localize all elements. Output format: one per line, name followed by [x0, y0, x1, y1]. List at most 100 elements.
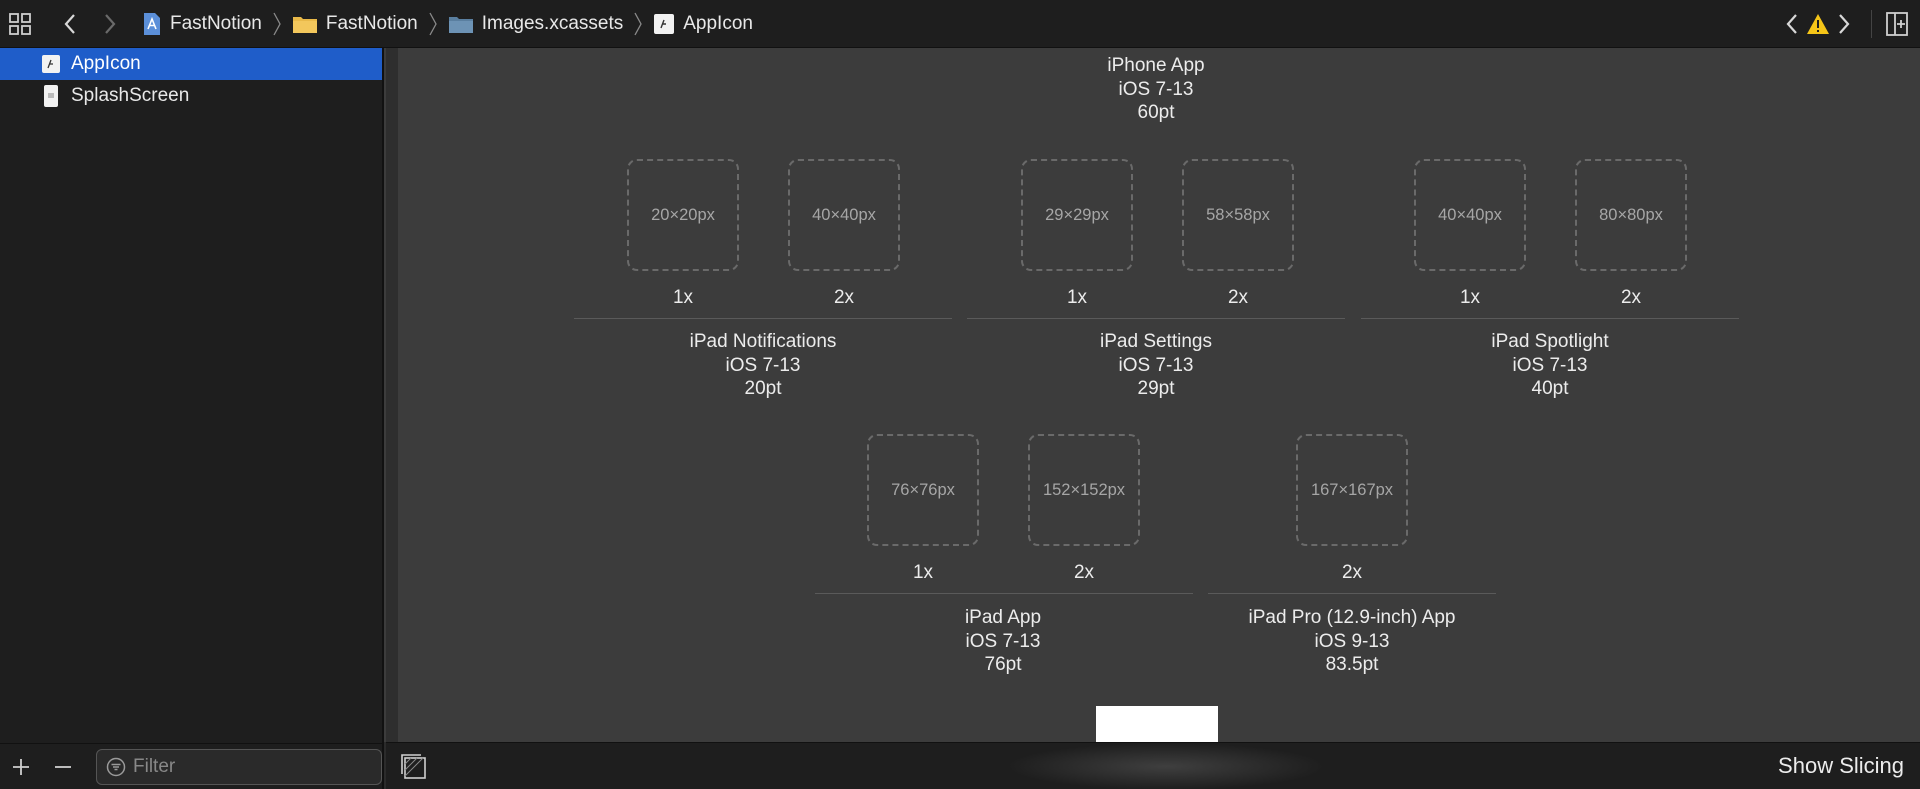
jump-bar: FastNotion FastNotion Images.xcassets Ap… [0, 0, 1920, 48]
slot-size-label: 29×29px [1045, 205, 1109, 224]
issue-navigator-controls [1779, 0, 1920, 48]
slot-size-label: 20×20px [651, 205, 715, 224]
scale-label: 2x [1341, 562, 1363, 583]
group-size: 40pt [1531, 378, 1569, 399]
scale-label: 1x [672, 287, 694, 308]
icon-slot[interactable]: 152×152px [1028, 434, 1140, 546]
group-title: iPad App iOS 7-13 76pt [965, 606, 1041, 677]
group-title: iPad Notifications iOS 7-13 20pt [690, 330, 837, 401]
asset-catalog-icon [448, 14, 474, 34]
slot-size-label: 58×58px [1206, 205, 1270, 224]
add-editor-icon[interactable] [1884, 10, 1910, 38]
breadcrumb-project[interactable]: FastNotion [142, 12, 262, 36]
editor-gutter [386, 48, 398, 742]
group-divider [967, 318, 1345, 319]
image-set-icon [40, 85, 62, 107]
chevron-right-icon[interactable] [96, 10, 124, 38]
divider [1871, 10, 1872, 38]
breadcrumb-appicon[interactable]: AppIcon [653, 13, 753, 35]
scale-label: 2x [1073, 562, 1095, 583]
breadcrumb-label: FastNotion [325, 12, 418, 34]
sidebar-item-label: AppIcon [71, 53, 141, 74]
icon-slot[interactable]: 76×76px [867, 434, 979, 546]
group-size: 20pt [744, 378, 782, 399]
slot-size-label: 167×167px [1310, 480, 1394, 499]
scale-label: 2x [833, 287, 855, 308]
scale-label: 1x [1459, 287, 1481, 308]
breadcrumb-label: FastNotion [170, 12, 262, 34]
remove-icon[interactable] [48, 752, 78, 782]
group-size: 29pt [1137, 378, 1175, 399]
group-name: iPad App [964, 607, 1042, 628]
group-name: iPad Settings [1100, 331, 1212, 352]
filter-icon [105, 756, 127, 778]
icon-slot[interactable]: 29×29px [1021, 159, 1133, 271]
show-slicing-button[interactable]: Show Slicing [1778, 753, 1904, 779]
group-divider [1208, 593, 1496, 594]
scroll-indicator-glow [1006, 743, 1326, 789]
icon-slot[interactable]: 58×58px [1182, 159, 1294, 271]
next-issue-chevron-icon[interactable] [1831, 10, 1857, 38]
icon-slot[interactable]: 80×80px [1575, 159, 1687, 271]
breadcrumb-label: Images.xcassets [481, 12, 624, 34]
slot-size-label: 152×152px [1042, 480, 1126, 499]
group-ios: iOS 7-13 [1118, 78, 1194, 100]
sidebar-footer [0, 743, 382, 789]
icon-slot[interactable]: 40×40px [788, 159, 900, 271]
chevron-separator-icon [426, 11, 440, 37]
xcode-project-icon [142, 12, 162, 36]
group-title: iPad Spotlight iOS 7-13 40pt [1491, 330, 1608, 401]
group-name: iPhone App [1107, 55, 1205, 76]
warning-icon[interactable] [1805, 10, 1831, 38]
slot-size-label: 80×80px [1599, 205, 1663, 224]
app-icon-set-icon [40, 53, 62, 75]
filter-field[interactable] [96, 748, 382, 785]
scale-label: 2x [1620, 287, 1642, 308]
group-ios: iOS 7-13 [1118, 354, 1194, 376]
previous-issue-chevron-icon[interactable] [1779, 10, 1805, 38]
show-hide-outline-icon[interactable] [398, 751, 428, 781]
breadcrumb-folder[interactable]: FastNotion [292, 13, 418, 35]
sidebar-item-label: SplashScreen [71, 85, 190, 106]
group-divider [1361, 318, 1739, 319]
icon-slot[interactable]: 40×40px [1414, 159, 1526, 271]
filter-input[interactable] [133, 755, 363, 778]
slot-size-label: 40×40px [812, 205, 876, 224]
slot-size-label: 40×40px [1438, 205, 1502, 224]
editor-bottom-bar: Show Slicing [386, 742, 1920, 789]
sidebar-item-splashscreen[interactable]: SplashScreen [0, 80, 382, 112]
scale-label: 2x [1227, 287, 1249, 308]
group-ios: iOS 9-13 [1314, 630, 1390, 652]
group-title: iPad Settings iOS 7-13 29pt [1100, 330, 1212, 401]
chevron-separator-icon [270, 11, 284, 37]
group-name: iPad Pro (12.9-inch) App [1248, 607, 1456, 628]
folder-icon [292, 14, 318, 34]
group-size: 60pt [1137, 102, 1175, 123]
group-title: iPad Pro (12.9-inch) App iOS 9-13 83.5pt [1248, 606, 1455, 677]
related-items-grid-icon[interactable] [6, 10, 34, 38]
group-ios: iOS 7-13 [725, 354, 801, 376]
chevron-left-icon[interactable] [56, 10, 84, 38]
marketing-icon-slot[interactable] [1096, 706, 1218, 744]
breadcrumb-asset-catalog[interactable]: Images.xcassets [448, 12, 624, 35]
chevron-separator-icon [631, 11, 645, 37]
breadcrumb: FastNotion FastNotion Images.xcassets Ap… [142, 0, 753, 48]
group-divider [815, 593, 1193, 594]
asset-list-sidebar: AppIcon SplashScreen [0, 48, 384, 789]
app-icon-set-icon [653, 13, 675, 35]
scale-label: 1x [1066, 287, 1088, 308]
scale-label: 1x [912, 562, 934, 583]
icon-slot[interactable]: 167×167px [1296, 434, 1408, 546]
add-icon[interactable] [6, 752, 36, 782]
group-ios: iOS 7-13 [1512, 354, 1588, 376]
icon-slot[interactable]: 20×20px [627, 159, 739, 271]
group-divider [574, 318, 952, 319]
group-name: iPad Spotlight [1491, 331, 1609, 352]
slot-size-label: 76×76px [891, 480, 955, 499]
breadcrumb-label: AppIcon [683, 12, 753, 34]
group-title: iPhone App iOS 7-13 60pt [1107, 54, 1204, 125]
group-size: 83.5pt [1325, 654, 1379, 675]
sidebar-item-appicon[interactable]: AppIcon [0, 48, 382, 80]
group-size: 76pt [984, 654, 1022, 675]
group-name: iPad Notifications [689, 331, 837, 352]
